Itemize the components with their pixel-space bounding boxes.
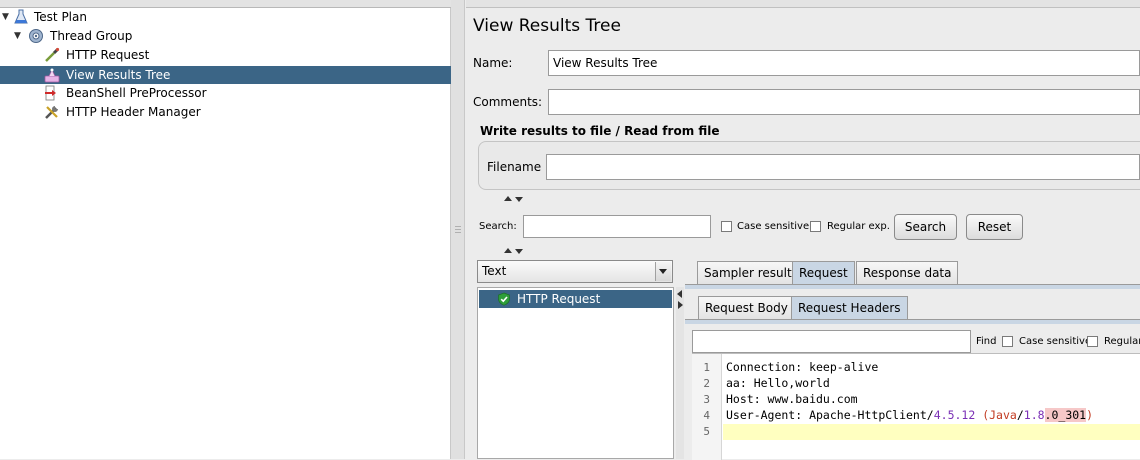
find-case-sensitive-label: Case sensitive bbox=[1019, 336, 1092, 347]
line-number: 2 bbox=[703, 377, 710, 390]
tab-sampler-result[interactable]: Sampler result bbox=[697, 261, 799, 285]
search-label: Search: bbox=[479, 221, 517, 232]
code-token: User-Agent: Apache-HttpClient bbox=[726, 408, 927, 422]
code-token: 4.5.12 bbox=[933, 408, 976, 422]
code-token: 1.8 bbox=[1023, 408, 1045, 422]
case-sensitive-checkbox[interactable] bbox=[721, 221, 732, 232]
collapse-left-icon[interactable] bbox=[677, 290, 682, 298]
tree-item-label: HTTP Request bbox=[66, 48, 150, 62]
splitter-grip bbox=[455, 229, 461, 230]
pipette-icon bbox=[45, 47, 60, 62]
code-line-user-agent: User-Agent: Apache-HttpClient/4.5.12 (Ja… bbox=[726, 408, 1093, 422]
current-line-highlight bbox=[723, 424, 1140, 440]
collapse-icon[interactable]: ▼ bbox=[14, 27, 24, 45]
tab-response-data[interactable]: Response data bbox=[856, 261, 959, 285]
renderer-select[interactable]: Text bbox=[477, 260, 673, 283]
code-token: .0_301 bbox=[1044, 408, 1087, 422]
tree-item-http-header-manager[interactable]: HTTP Header Manager bbox=[0, 103, 300, 121]
find-label: Find bbox=[976, 336, 997, 347]
results-list[interactable]: HTTP Request bbox=[477, 287, 674, 459]
name-label: Name: bbox=[473, 56, 513, 70]
collapse-down-icon[interactable] bbox=[515, 197, 523, 202]
collapse-icon[interactable]: ▼ bbox=[2, 8, 12, 26]
list-item[interactable]: HTTP Request bbox=[479, 290, 672, 308]
collapse-up-icon[interactable] bbox=[504, 248, 512, 253]
split-pane-divider[interactable] bbox=[451, 0, 465, 459]
case-sensitive-label: Case sensitive bbox=[737, 221, 810, 232]
filename-field[interactable] bbox=[546, 154, 1140, 180]
test-plan-tree[interactable]: ▼ Test Plan ▼ Thread Group HTTP Request bbox=[0, 0, 451, 459]
list-item-label: HTTP Request bbox=[517, 292, 601, 306]
comments-field[interactable] bbox=[548, 89, 1140, 115]
search-input[interactable] bbox=[523, 215, 711, 238]
code-token: / bbox=[926, 408, 934, 422]
results-divider[interactable] bbox=[676, 287, 684, 459]
collapse-up-icon[interactable] bbox=[504, 196, 512, 201]
line-number: 4 bbox=[703, 409, 710, 422]
tab-request-headers[interactable]: Request Headers bbox=[791, 296, 908, 320]
code-line: Connection: keep-alive bbox=[726, 360, 879, 374]
search-button[interactable]: Search bbox=[894, 214, 957, 240]
panel-toolbar-edge bbox=[466, 0, 1140, 8]
splitter-grip bbox=[455, 232, 461, 233]
find-case-sensitive-checkbox[interactable] bbox=[1002, 336, 1013, 347]
code-token: ) bbox=[1086, 408, 1094, 422]
headers-text-area[interactable]: 1 2 3 4 5 Connection: keep-alive aa: Hel… bbox=[692, 353, 1140, 460]
name-field[interactable]: View Results Tree bbox=[548, 50, 1140, 76]
line-number: 1 bbox=[703, 361, 710, 374]
gear-icon bbox=[29, 29, 43, 43]
splitter-grip bbox=[455, 226, 461, 227]
file-section-title: Write results to file / Read from file bbox=[480, 124, 720, 138]
code-line: aa: Hello,world bbox=[726, 376, 830, 390]
tab-request-body[interactable]: Request Body bbox=[698, 296, 795, 320]
page-title: View Results Tree bbox=[473, 16, 621, 36]
code-line: Host: www.baidu.com bbox=[726, 392, 858, 406]
tree-item-label: Thread Group bbox=[50, 29, 133, 43]
tab-content-edge bbox=[685, 285, 1140, 289]
comments-label: Comments: bbox=[473, 95, 543, 109]
regex-label: Regular exp. bbox=[827, 221, 890, 232]
shield-check-icon bbox=[498, 292, 510, 306]
collapse-right-icon[interactable] bbox=[678, 301, 683, 309]
reset-button[interactable]: Reset bbox=[966, 214, 1023, 240]
renderer-selected-value: Text bbox=[482, 264, 507, 278]
tree-item-http-request[interactable]: HTTP Request bbox=[0, 46, 300, 64]
tree-item-thread-group[interactable]: ▼ Thread Group bbox=[0, 27, 300, 45]
results-tree-icon bbox=[44, 68, 60, 83]
line-number: 5 bbox=[703, 425, 710, 438]
line-number-gutter: 1 2 3 4 5 bbox=[692, 354, 722, 460]
element-config-panel: View Results Tree Name: View Results Tre… bbox=[466, 0, 1140, 460]
find-input[interactable] bbox=[692, 330, 971, 353]
code-token: (Java bbox=[975, 408, 1017, 422]
collapse-down-icon[interactable] bbox=[515, 249, 523, 254]
tree-item-label: HTTP Header Manager bbox=[66, 105, 201, 119]
tree-item-test-plan[interactable]: ▼ Test Plan bbox=[0, 8, 300, 26]
flask-icon bbox=[14, 9, 28, 24]
preprocessor-icon bbox=[45, 85, 56, 101]
line-number: 3 bbox=[703, 393, 710, 406]
tab-request[interactable]: Request bbox=[792, 261, 855, 285]
sub-tab-content-edge bbox=[685, 320, 1140, 324]
wrench-icon bbox=[45, 106, 58, 119]
tree-toolbar-edge bbox=[0, 0, 451, 8]
filename-label: Filename bbox=[487, 160, 542, 174]
find-regex-checkbox[interactable] bbox=[1087, 336, 1098, 347]
tree-item-view-results-tree[interactable]: View Results Tree bbox=[0, 66, 451, 84]
tree-item-beanshell-preprocessor[interactable]: BeanShell PreProcessor bbox=[0, 84, 300, 102]
tree-item-label: Test Plan bbox=[34, 10, 87, 24]
find-regex-label: Regular bbox=[1104, 336, 1140, 347]
regex-checkbox[interactable] bbox=[810, 221, 821, 232]
code-token: / bbox=[1016, 408, 1024, 422]
tree-item-label: View Results Tree bbox=[66, 68, 171, 82]
chevron-down-icon[interactable] bbox=[655, 262, 671, 281]
tree-item-label: BeanShell PreProcessor bbox=[66, 86, 207, 100]
